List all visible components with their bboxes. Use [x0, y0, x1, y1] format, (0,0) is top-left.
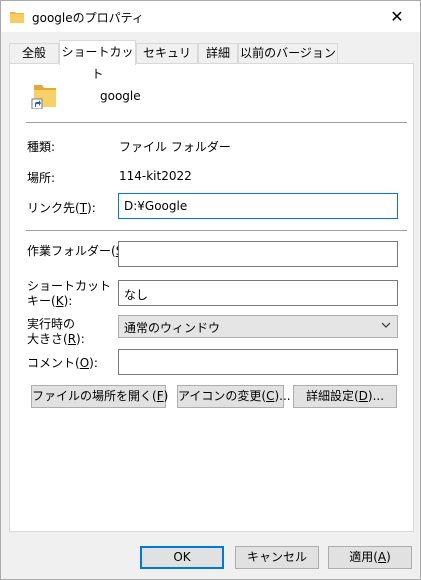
shortcut-key-field[interactable]: なし: [118, 280, 398, 306]
apply-button[interactable]: 適用(A): [328, 546, 412, 569]
shortcut-panel: google 種類: ファイル フォルダー 場所: 114-kit2022 リン…: [9, 63, 414, 532]
run-value: 通常のウィンドウ: [124, 321, 221, 335]
change-icon-button[interactable]: アイコンの変更(C)...: [177, 385, 291, 408]
target-label: リンク先(T):: [27, 201, 96, 215]
advanced-button[interactable]: 詳細設定(D)...: [293, 385, 397, 408]
comment-field[interactable]: [118, 349, 398, 375]
folder-shortcut-icon: [30, 81, 58, 110]
type-label: 種類:: [27, 140, 56, 154]
folder-icon: [10, 10, 24, 23]
close-button[interactable]: ✕: [374, 1, 420, 32]
ok-label: OK: [173, 550, 191, 564]
shortcut-name: google: [100, 89, 141, 103]
tab-label: 詳細: [205, 46, 230, 60]
cancel-button[interactable]: キャンセル: [235, 546, 319, 569]
shortcut-key-value: なし: [124, 288, 149, 302]
run-select[interactable]: 通常のウィンドウ: [118, 315, 398, 338]
tab-label: 以前のバージョン: [240, 46, 336, 60]
location-label: 場所:: [27, 171, 56, 185]
tab-general[interactable]: 全般: [9, 43, 59, 64]
open-file-location-button[interactable]: ファイルの場所を開く(F): [31, 385, 168, 408]
run-label: 大きさ(R):: [27, 332, 85, 346]
divider: [26, 122, 407, 123]
chevron-down-icon: [381, 320, 391, 333]
cancel-label: キャンセル: [246, 550, 307, 564]
title-bar: googleのプロパティ ✕: [1, 1, 420, 32]
tab-security[interactable]: セキュリティ: [136, 43, 198, 79]
tab-shortcut[interactable]: ショートカット: [59, 40, 136, 81]
workdir-label: 作業フォルダー(S):: [27, 244, 132, 258]
divider: [26, 230, 407, 231]
workdir-field[interactable]: [118, 241, 398, 267]
shortcut-key-label: キー(K):: [27, 294, 73, 308]
tab-label: 全般: [21, 46, 46, 60]
window-title: googleのプロパティ: [32, 11, 144, 25]
tab-details[interactable]: 詳細: [198, 43, 238, 64]
target-field[interactable]: D:¥Google: [118, 193, 398, 219]
comment-label: コメント(O):: [27, 356, 98, 370]
tab-previous-versions[interactable]: 以前のバージョン: [238, 43, 338, 64]
properties-window: googleのプロパティ ✕ 全般 ショートカット セキュリティ 詳細 以前のバ…: [0, 0, 421, 580]
location-value: 114-kit2022: [119, 169, 192, 183]
target-value: D:¥Google: [124, 199, 188, 213]
type-value: ファイル フォルダー: [119, 140, 231, 154]
close-icon: ✕: [390, 7, 404, 26]
ok-button[interactable]: OK: [140, 546, 224, 569]
